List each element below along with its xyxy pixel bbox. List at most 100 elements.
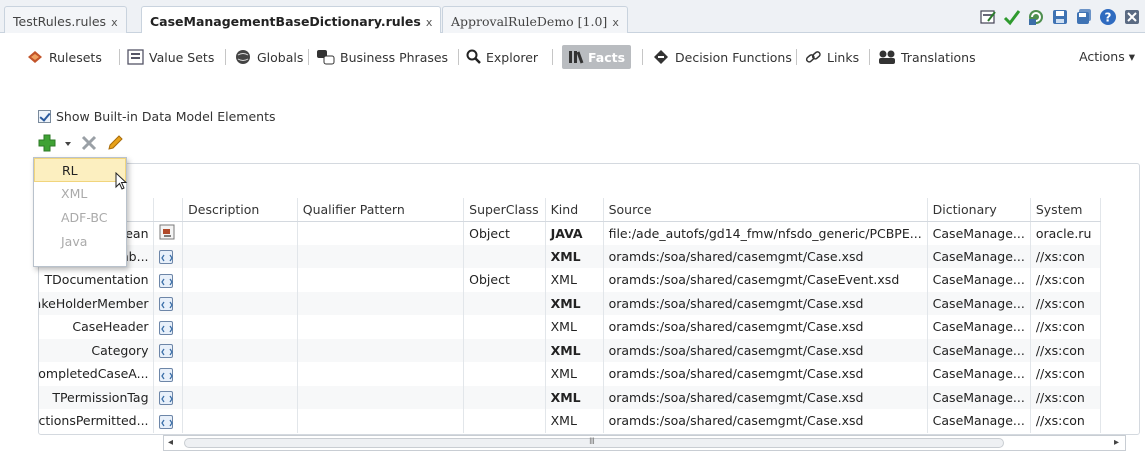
- horizontal-scrollbar[interactable]: ◂ III ▸: [163, 435, 1126, 451]
- nav-globals[interactable]: Globals: [235, 45, 303, 69]
- tab-close-icon[interactable]: x: [111, 16, 118, 29]
- tab-testrules[interactable]: TestRules.rules x: [4, 6, 127, 33]
- xml-type-icon: [158, 320, 173, 335]
- source-cell: file:/ade_autofs/gd14_fmw/nfsdo_generic/…: [603, 221, 928, 245]
- facts-table-panel: Description Qualifier Pattern SuperClass…: [38, 163, 1140, 435]
- col-header-qualifier-pattern[interactable]: Qualifier Pattern: [297, 198, 465, 222]
- description-cell: [182, 244, 298, 268]
- nav-business-phrases[interactable]: Business Phrases: [316, 45, 448, 69]
- fact-type-cell: [153, 244, 184, 268]
- nav-links[interactable]: Links: [805, 45, 859, 69]
- tab-label: ApprovalRuleDemo [1.0]: [451, 14, 608, 29]
- rulesets-icon: [28, 51, 42, 63]
- nav-divider: [796, 49, 797, 65]
- facts-grid: Description Qualifier Pattern SuperClass…: [0, 163, 1145, 458]
- dictionary-cell: CaseManage...: [927, 362, 1031, 386]
- fact-name-cell: Category: [39, 338, 154, 362]
- table-row[interactable]: TCompletedCaseA... XML oramds:/soa/share…: [39, 362, 1102, 386]
- xml-type-icon: [158, 391, 173, 405]
- tab-close-icon[interactable]: x: [612, 16, 619, 29]
- menu-item-java[interactable]: Java: [34, 230, 126, 254]
- source-cell: oramds:/soa/shared/casemgmt/CaseEvent.xs…: [603, 268, 928, 292]
- description-cell: [182, 385, 298, 409]
- kind-cell: XML: [545, 362, 604, 386]
- tab-approvalruledemo[interactable]: ApprovalRuleDemo [1.0] x: [442, 6, 628, 33]
- table-row[interactable]: TPermissionTag XML oramds:/soa/shared/ca…: [39, 385, 1102, 409]
- add-dropdown-chevron-icon[interactable]: [64, 137, 72, 151]
- value-sets-icon: [127, 49, 144, 65]
- kind-cell: XML: [545, 291, 604, 315]
- nav-divider: [869, 49, 870, 65]
- check-icon[interactable]: [1003, 8, 1021, 26]
- superclass-cell: [463, 244, 546, 268]
- nav-decision-functions[interactable]: Decision Functions: [653, 45, 792, 69]
- col-header-source[interactable]: Source: [603, 198, 928, 222]
- superclass-cell: [463, 409, 546, 433]
- col-header-system[interactable]: System: [1030, 198, 1102, 222]
- refresh-icon[interactable]: [1027, 8, 1045, 26]
- fact-type-cell: [153, 291, 184, 315]
- description-cell: [182, 221, 298, 245]
- tab-close-icon[interactable]: x: [426, 16, 433, 29]
- nav-label: Links: [827, 49, 860, 65]
- nav-label: Decision Functions: [675, 49, 792, 65]
- superclass-cell: Object: [463, 268, 546, 292]
- qualifier-cell: [297, 268, 465, 292]
- show-builtin-checkbox[interactable]: [38, 110, 51, 123]
- fact-name-cell: TCompletedCaseA...: [39, 362, 154, 386]
- menu-item-rl[interactable]: RL: [34, 158, 126, 182]
- nav-facts[interactable]: Facts: [562, 45, 632, 69]
- system-cell: //xs:con: [1030, 268, 1102, 292]
- system-cell: //xs:con: [1030, 315, 1102, 339]
- actions-menu[interactable]: Actions ▾: [1079, 49, 1135, 64]
- dictionary-nav-bar: Rulesets Value Sets Globals Business Phr…: [0, 33, 1145, 85]
- menu-item-xml[interactable]: XML: [34, 182, 126, 206]
- source-cell: oramds:/soa/shared/casemgmt/Case.xsd: [603, 338, 928, 362]
- delete-icon[interactable]: [80, 134, 98, 155]
- col-header-dictionary[interactable]: Dictionary: [927, 198, 1031, 222]
- validate-icon[interactable]: [979, 8, 997, 26]
- system-cell: //xs:con: [1030, 338, 1102, 362]
- edit-pencil-icon[interactable]: [106, 134, 124, 155]
- dictionary-cell: CaseManage...: [927, 338, 1031, 362]
- system-cell: //xs:con: [1030, 291, 1102, 315]
- translations-icon: [879, 50, 895, 64]
- xml-type-icon: [158, 297, 173, 311]
- nav-divider: [308, 49, 309, 65]
- table-row[interactable]: TActionsPermitted... XML oramds:/soa/sha…: [39, 409, 1102, 433]
- tab-label: TestRules.rules: [13, 14, 107, 29]
- source-cell: oramds:/soa/shared/casemgmt/Case.xsd: [603, 291, 928, 315]
- menu-item-adf-bc[interactable]: ADF-BC: [34, 206, 126, 230]
- col-header-kind[interactable]: Kind: [545, 198, 604, 222]
- nav-translations[interactable]: Translations: [877, 45, 976, 69]
- col-header-superclass[interactable]: SuperClass: [463, 198, 546, 222]
- scroll-left-arrow-icon[interactable]: ◂: [168, 437, 173, 448]
- nav-value-sets[interactable]: Value Sets: [127, 45, 214, 69]
- superclass-cell: [463, 338, 546, 362]
- table-row[interactable]: CaseHeader XML oramds:/soa/shared/casemg…: [39, 315, 1102, 339]
- nav-rulesets[interactable]: Rulesets: [27, 45, 102, 69]
- save-all-icon[interactable]: [1075, 8, 1093, 26]
- help-icon[interactable]: ?: [1099, 8, 1117, 26]
- table-row[interactable]: StakeHolderMember XML oramds:/soa/shared…: [39, 291, 1102, 315]
- scrollbar-thumb[interactable]: [184, 438, 1004, 448]
- source-cell: oramds:/soa/shared/casemgmt/Case.xsd: [603, 244, 928, 268]
- table-row[interactable]: TDocumentation Object XML oramds:/soa/sh…: [39, 268, 1102, 292]
- qualifier-cell: [297, 385, 465, 409]
- nav-explorer[interactable]: Explorer: [466, 45, 538, 69]
- col-header-description[interactable]: Description: [182, 198, 298, 222]
- system-cell: //xs:con: [1030, 409, 1102, 433]
- col-header-icon[interactable]: [153, 198, 184, 222]
- scroll-right-arrow-icon[interactable]: ▸: [1114, 437, 1119, 448]
- add-icon[interactable]: [38, 134, 56, 155]
- scrollbar-grip-icon: III: [589, 437, 595, 447]
- table-row[interactable]: olean Object JAVA file:/ade_autofs/gd14_…: [39, 221, 1102, 245]
- table-row[interactable]: mb... XML oramds:/soa/shared/casemgmt/Ca…: [39, 244, 1102, 268]
- save-icon[interactable]: [1051, 8, 1069, 26]
- kind-cell: XML: [545, 385, 604, 409]
- description-cell: [182, 291, 298, 315]
- table-row[interactable]: Category XML oramds:/soa/shared/casemgmt…: [39, 338, 1102, 362]
- search-icon: [466, 49, 481, 64]
- close-window-icon[interactable]: [1123, 8, 1141, 26]
- tab-casemanagement-dictionary[interactable]: CaseManagementBaseDictionary.rules x: [141, 6, 442, 34]
